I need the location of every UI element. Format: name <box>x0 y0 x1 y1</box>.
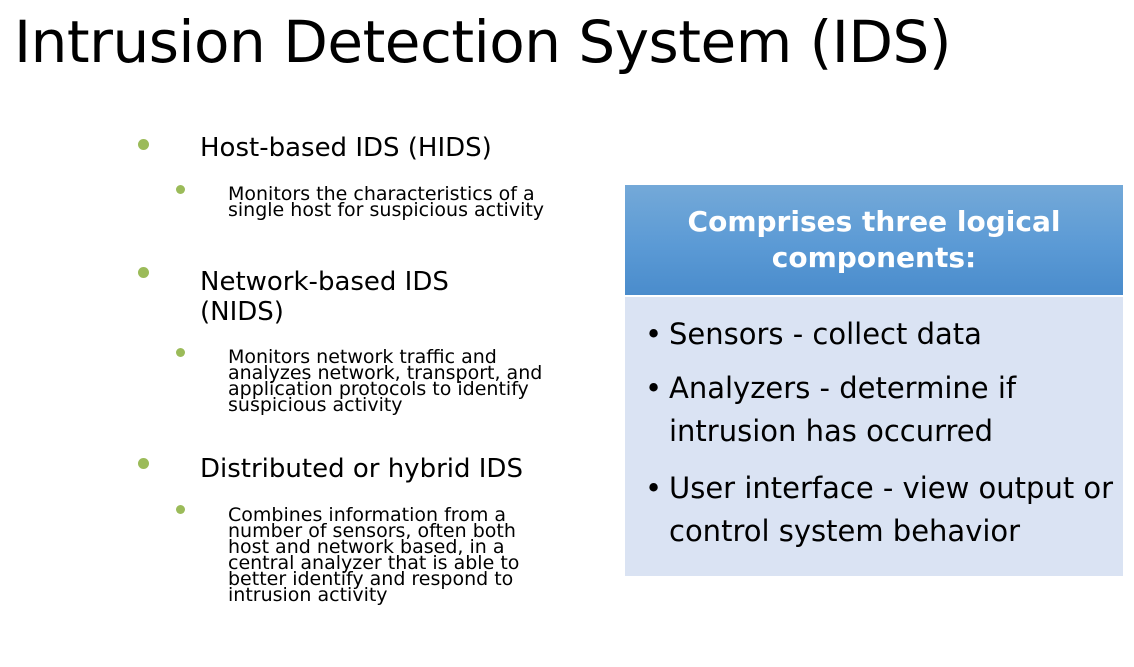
ids-types-list: Host-based IDS (HIDS) Monitors the chara… <box>0 0 600 667</box>
bullet-dot <box>138 139 149 150</box>
component-text: Analyzers - determine if intrusion has o… <box>669 371 1017 448</box>
components-box-body: • Sensors - collect data • Analyzers - d… <box>625 297 1123 576</box>
component-item-sensors: • Sensors - collect data <box>645 313 1115 356</box>
sub-bullet-dot <box>176 185 185 194</box>
list-detail-nids: Monitors network traffic and analyzes ne… <box>228 346 543 416</box>
sub-bullet-dot <box>176 348 185 357</box>
components-box-title: Comprises three logical components: <box>687 205 1061 274</box>
list-heading-hids: Host-based IDS (HIDS) <box>200 133 492 163</box>
component-item-user-interface: • User interface - view output or contro… <box>645 467 1115 553</box>
sub-bullet-dot <box>176 505 185 514</box>
components-box-header: Comprises three logical components: <box>625 185 1123 295</box>
component-text: Sensors - collect data <box>669 317 982 351</box>
bullet-glyph: • <box>645 317 663 351</box>
bullet-dot <box>138 267 149 278</box>
bullet-glyph: • <box>645 471 663 505</box>
list-detail-distributed: Combines information from a number of se… <box>228 504 520 606</box>
list-detail-hids: Monitors the characteristics of a single… <box>228 183 545 221</box>
list-heading-nids: Network-based IDS (NIDS) <box>200 267 449 327</box>
list-heading-distributed: Distributed or hybrid IDS <box>200 454 523 484</box>
component-text: User interface - view output or control … <box>669 471 1114 548</box>
bullet-dot <box>138 458 149 469</box>
bullet-glyph: • <box>645 371 663 405</box>
component-item-analyzers: • Analyzers - determine if intrusion has… <box>645 367 1115 453</box>
components-box: Comprises three logical components: • Se… <box>625 185 1123 576</box>
